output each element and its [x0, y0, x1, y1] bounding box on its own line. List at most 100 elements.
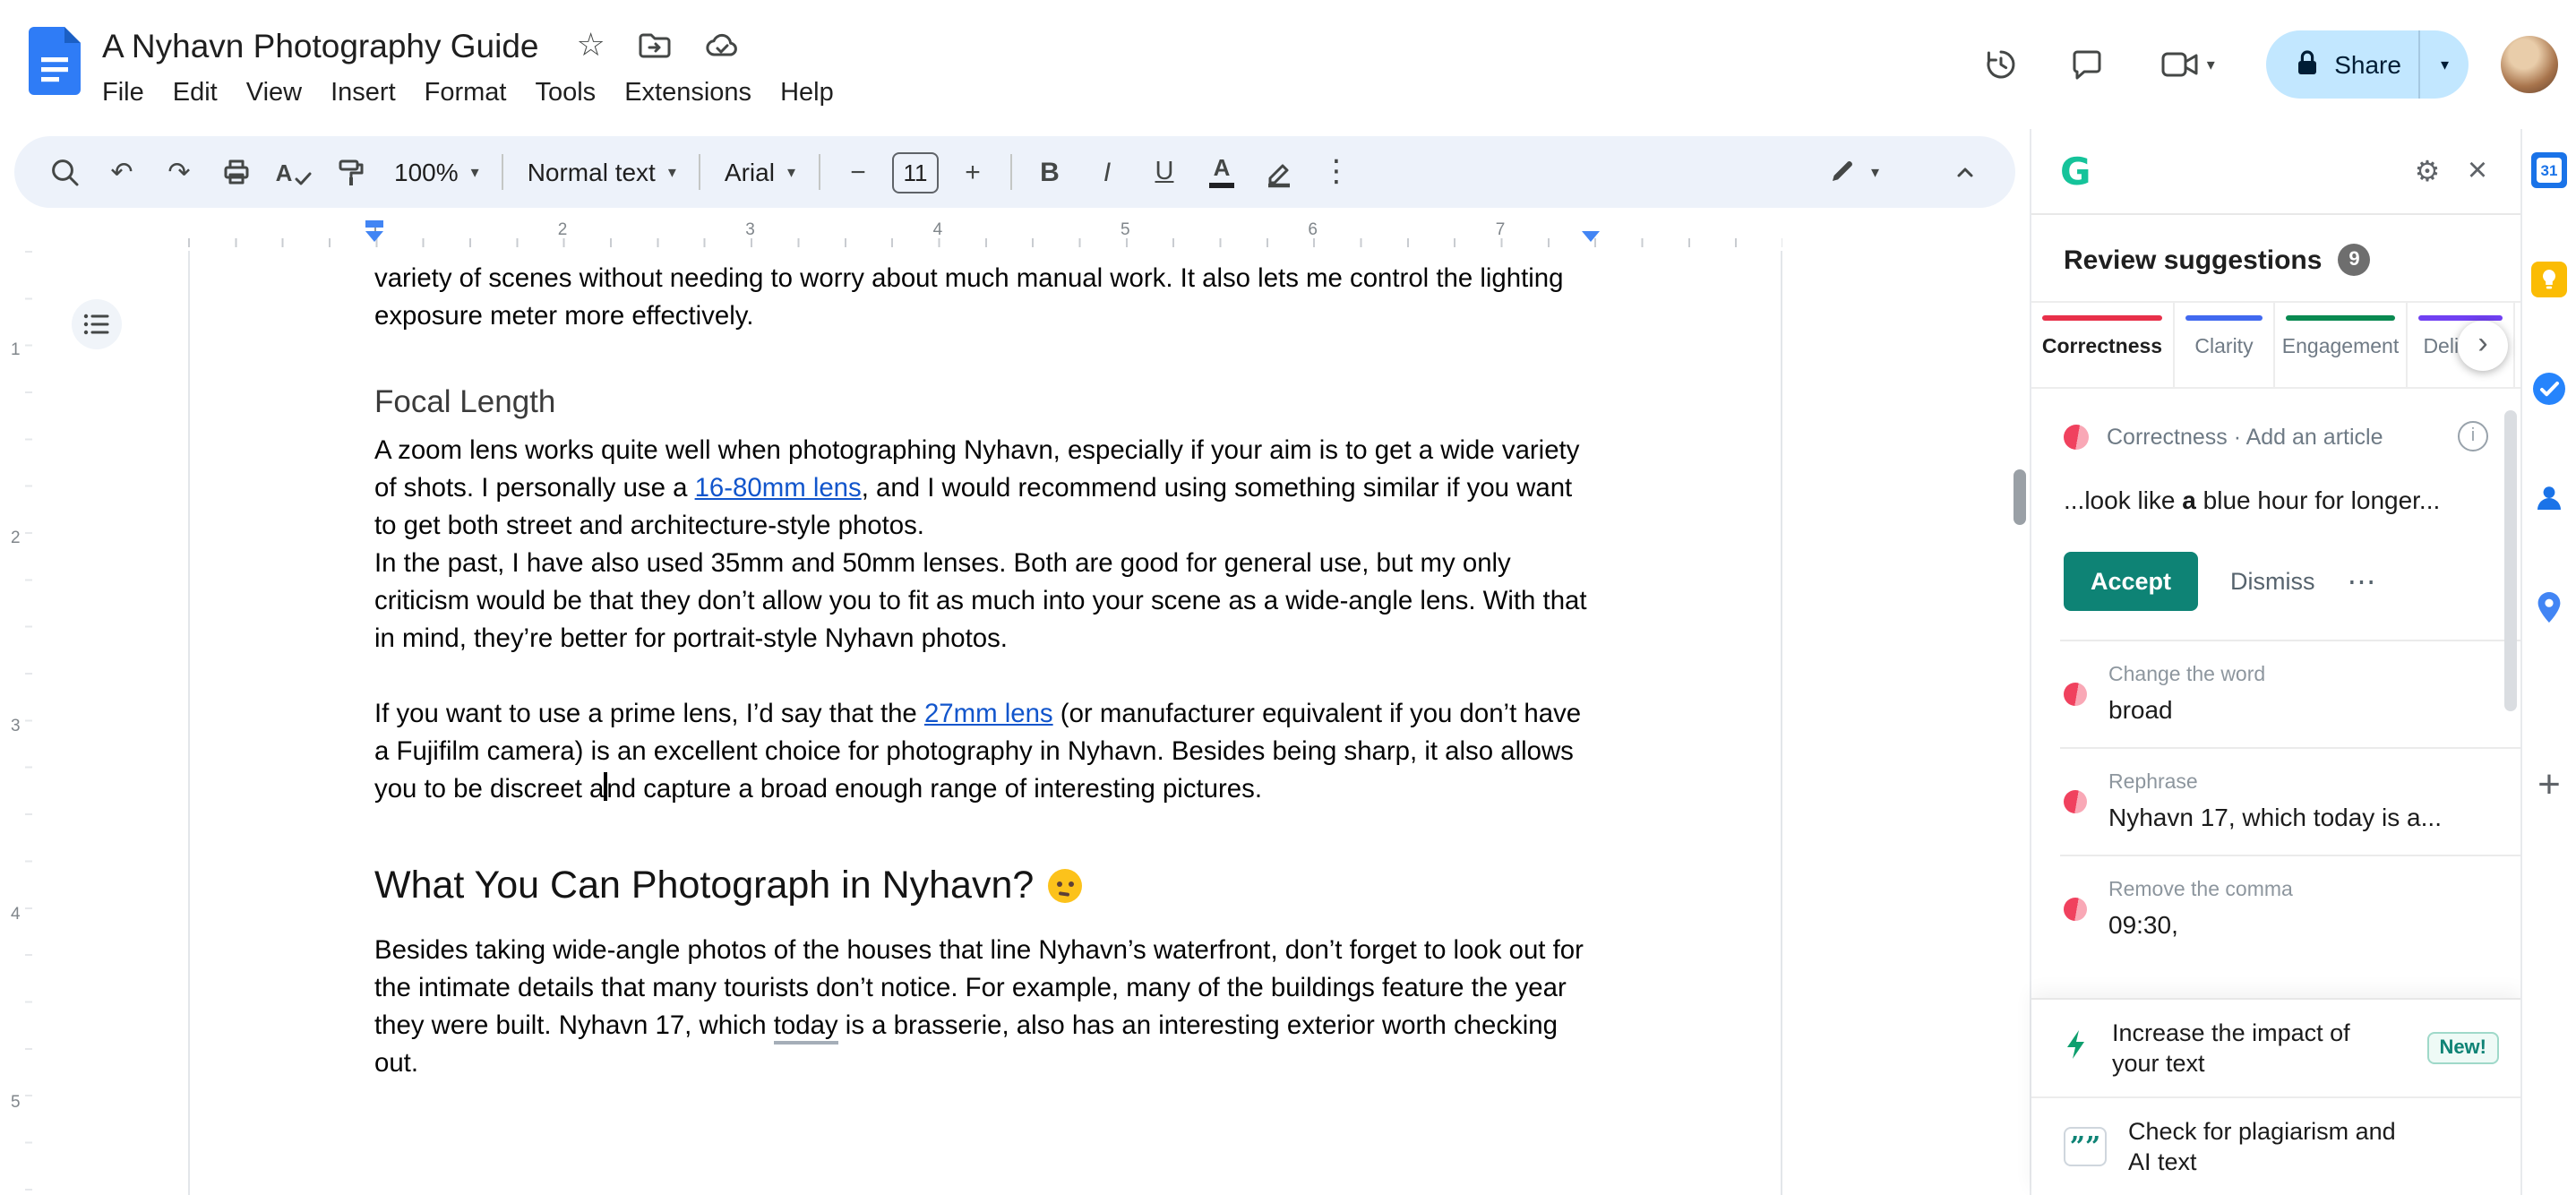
left-indent-marker[interactable] [365, 231, 383, 242]
accept-button[interactable]: Accept [2064, 552, 2199, 611]
video-call-icon[interactable]: ▾ [2137, 29, 2237, 100]
italic-button[interactable]: I [1082, 147, 1132, 197]
ruler-ticks [188, 238, 1782, 247]
plagiarism-row[interactable]: ”” Check for plagiarism and AI text [2031, 1096, 2520, 1195]
right-indent-marker[interactable] [1582, 231, 1600, 242]
first-line-indent-marker[interactable] [365, 220, 383, 228]
editing-mode-button[interactable]: ▾ [1816, 147, 1893, 197]
plagiarism-label: Check for plagiarism and AI text [2128, 1118, 2396, 1175]
paragraph-style-select[interactable]: Normal text ▾ [513, 147, 691, 197]
get-addons-plus-icon[interactable]: + [2537, 761, 2561, 808]
share-button[interactable]: Share ▾ [2266, 30, 2469, 99]
tab-label: Engagement [2281, 337, 2400, 358]
user-avatar[interactable] [2501, 36, 2558, 93]
redo-icon[interactable]: ↷ [154, 147, 204, 197]
share-label: Share [2334, 50, 2401, 79]
hyperlink[interactable]: 16-80mm lens [695, 475, 862, 503]
info-icon[interactable]: i [2458, 421, 2488, 451]
docs-logo-icon[interactable] [29, 26, 81, 103]
grammarly-sidebar: G ⚙ × Review suggestions 9 Correctness Cl… [2030, 129, 2520, 1195]
tabs-scroll-right-button[interactable]: › [2458, 321, 2508, 371]
close-icon[interactable]: × [2452, 146, 2503, 196]
suggestion-category: Correctness · Add an article [2107, 424, 2383, 449]
menu-item-format[interactable]: Format [410, 74, 521, 110]
increase-font-size-button[interactable]: + [948, 147, 998, 197]
version-history-icon[interactable] [1965, 29, 2037, 100]
sidebar-scrollbar[interactable] [2504, 410, 2517, 711]
spell-check-icon[interactable]: A [269, 147, 319, 197]
thinking-emoji [1048, 869, 1083, 903]
tab-label: Correctness [2041, 337, 2163, 358]
suggestion-type: Remove the comma [2108, 880, 2293, 901]
tab-color-bar [2286, 315, 2395, 321]
tasks-icon[interactable] [2531, 371, 2567, 407]
divider [699, 154, 701, 190]
document-title[interactable]: A Nyhavn Photography Guide [102, 26, 539, 65]
menu-item-tools[interactable]: Tools [520, 74, 610, 110]
suggestion-count-badge: 9 [2338, 244, 2371, 276]
horizontal-ruler[interactable]: 1234567 [0, 215, 2030, 251]
correctness-dot-icon [2064, 790, 2087, 813]
print-icon[interactable] [211, 147, 262, 197]
undo-icon[interactable]: ↶ [97, 147, 147, 197]
bold-button[interactable]: B [1025, 147, 1075, 197]
document-page[interactable]: variety of scenes without needing to wor… [188, 251, 1782, 1195]
menu-item-help[interactable]: Help [766, 74, 848, 110]
lightning-icon [2064, 1027, 2091, 1069]
heading: Focal Length [374, 383, 556, 419]
paragraph: Besides taking wide-angle photos of the … [374, 937, 1592, 1079]
gear-icon[interactable]: ⚙ [2402, 146, 2452, 196]
active-suggestion-card[interactable]: Correctness · Add an article i ...look l… [2031, 389, 2520, 611]
hide-menus-button[interactable] [1940, 147, 1990, 197]
tab-engagement[interactable]: Engagement [2275, 303, 2408, 387]
contacts-icon[interactable] [2531, 480, 2567, 516]
paint-format-icon[interactable] [326, 147, 376, 197]
font-size-input[interactable]: 11 [892, 151, 939, 193]
comments-icon[interactable] [2051, 29, 2123, 100]
vertical-ruler[interactable]: 1 2 3 4 5 [0, 251, 36, 1195]
menu-item-extensions[interactable]: Extensions [610, 74, 766, 110]
menu-item-file[interactable]: File [88, 74, 159, 110]
ruler-number: 5 [1121, 220, 1130, 240]
chevron-down-icon: ▾ [667, 162, 676, 180]
tab-clarity[interactable]: Clarity [2175, 303, 2275, 387]
tab-correctness[interactable]: Correctness [2031, 303, 2175, 387]
suggestion-row[interactable]: Change the word broad [2031, 641, 2520, 747]
document-content[interactable]: variety of scenes without needing to wor… [374, 262, 1594, 1084]
more-options-icon[interactable]: ⋯ [2348, 563, 2378, 599]
star-icon[interactable]: ☆ [577, 27, 605, 64]
hyperlink[interactable]: 27mm lens [924, 701, 1053, 729]
impact-upsell-row[interactable]: Increase the impact of your text New! [2031, 1000, 2520, 1096]
suggestion-excerpt: ...look like a blue hour for longer... [2064, 486, 2441, 514]
maps-icon[interactable] [2531, 589, 2567, 625]
header-actions: ▾ Share ▾ [1965, 29, 2576, 100]
suggested-word: a [2182, 486, 2196, 514]
share-dropdown-button[interactable]: ▾ [2421, 56, 2469, 73]
calendar-icon[interactable]: 31 [2531, 152, 2567, 188]
underline-button[interactable]: U [1139, 147, 1189, 197]
more-options-icon[interactable]: ⋮ [1311, 147, 1361, 197]
move-folder-icon[interactable] [638, 32, 672, 59]
menu-item-insert[interactable]: Insert [316, 74, 410, 110]
grammarly-underlined-word[interactable]: today [773, 1012, 838, 1045]
suggestion-row[interactable]: Rephrase Nyhavn 17, which today is a... [2031, 749, 2520, 855]
chevron-down-icon: ▾ [1870, 162, 1879, 180]
new-badge: New! [2426, 1032, 2499, 1064]
decrease-font-size-button[interactable]: − [833, 147, 883, 197]
menu-item-view[interactable]: View [232, 74, 316, 110]
search-menus-icon[interactable] [39, 147, 90, 197]
tab-color-bar [2185, 315, 2263, 321]
text-color-button[interactable]: A [1197, 147, 1247, 197]
highlight-color-icon[interactable] [1254, 147, 1304, 197]
document-outline-button[interactable] [72, 299, 122, 349]
dismiss-button[interactable]: Dismiss [2230, 568, 2315, 595]
cloud-saved-icon[interactable] [704, 32, 742, 59]
impact-label: Increase the impact of your text [2112, 1019, 2350, 1077]
document-scrollbar[interactable] [2014, 469, 2026, 525]
zoom-select[interactable]: 100% ▾ [380, 147, 494, 197]
suggestion-row[interactable]: Remove the comma 09:30, [2031, 856, 2520, 962]
keep-icon[interactable] [2531, 262, 2567, 297]
font-family-select[interactable]: Arial ▾ [710, 147, 810, 197]
menu-item-edit[interactable]: Edit [159, 74, 232, 110]
ruler-number: 1 [11, 340, 21, 360]
